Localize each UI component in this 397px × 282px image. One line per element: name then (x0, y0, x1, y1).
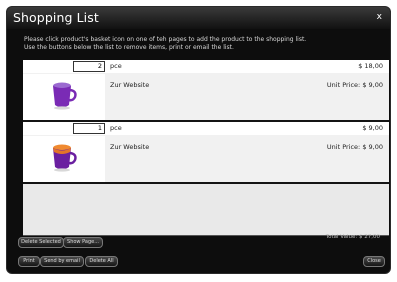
unit-price: Unit Price: $ 9,00 (326, 81, 383, 89)
line-total: $ 18,00 (358, 62, 383, 70)
delete-selected-button[interactable]: Delete Selected (18, 237, 64, 248)
unit-label: pce (110, 62, 122, 70)
line-total: $ 9,00 (362, 124, 383, 132)
product-image[interactable] (23, 74, 105, 120)
product-image[interactable] (23, 136, 105, 182)
instructions-line-2: Use the buttons below the list to remove… (24, 44, 234, 51)
unit-label: pce (110, 124, 122, 132)
list-item: 2 pce $ 18,00 Zur Website Unit Price: $ … (23, 60, 389, 122)
instructions-line-1: Please click product's basket icon on on… (24, 36, 307, 43)
delete-all-button[interactable]: Delete All (85, 256, 118, 267)
total-value: Total Value: $ 27,00 (325, 234, 380, 240)
shopping-list: 2 pce $ 18,00 Zur Website Unit Price: $ … (23, 60, 389, 235)
print-button[interactable]: Print (18, 256, 40, 267)
close-button[interactable]: Close (363, 256, 385, 267)
shopping-list-dialog: Shopping List x Please click product's b… (7, 7, 390, 273)
close-icon[interactable]: x (377, 12, 382, 22)
purple-mug-icon (53, 82, 77, 110)
orange-mug-icon (53, 144, 77, 172)
send-by-email-button[interactable]: Send by email (40, 256, 84, 267)
dialog-title: Shopping List (13, 10, 99, 25)
product-website-link[interactable]: Zur Website (110, 81, 149, 89)
product-website-link[interactable]: Zur Website (110, 143, 149, 151)
list-item: 1 pce $ 9,00 Zur Website Unit Price: $ 9… (23, 122, 389, 184)
quantity-input[interactable]: 2 (73, 61, 105, 72)
instructions-text: Please click product's basket icon on on… (24, 36, 379, 52)
quantity-input[interactable]: 1 (73, 123, 105, 134)
show-page-button[interactable]: Show Page... (63, 237, 103, 248)
unit-price: Unit Price: $ 9,00 (326, 143, 383, 151)
title-bar[interactable]: Shopping List x (7, 7, 390, 29)
